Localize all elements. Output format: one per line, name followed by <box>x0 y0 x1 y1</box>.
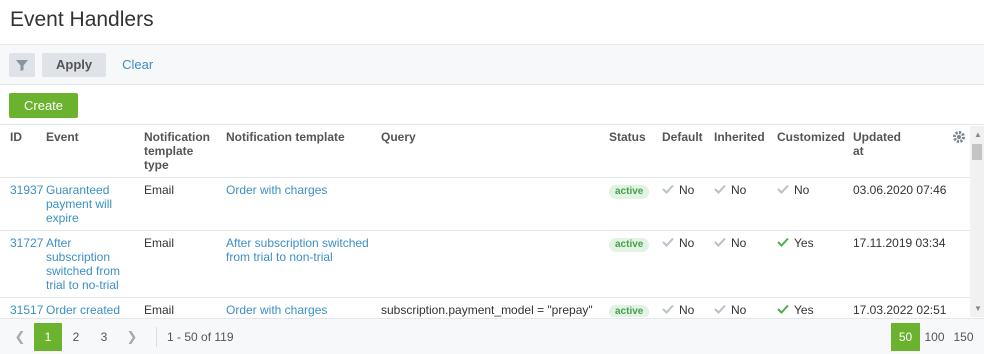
page-size-100[interactable]: 100 <box>920 323 949 351</box>
create-button[interactable]: Create <box>9 93 79 118</box>
event-handlers-table: ID Event Notification template type Noti… <box>0 126 984 317</box>
page-size-selector: 50 100 150 <box>891 322 978 351</box>
row-updated: 17.03.2022 02:51 <box>849 297 970 317</box>
row-customized: Yes <box>794 302 814 317</box>
check-icon <box>662 236 674 250</box>
column-header-event[interactable]: Event <box>42 126 140 178</box>
page-header: Event Handlers <box>0 0 984 45</box>
column-header-customized[interactable]: Customized <box>773 126 849 178</box>
row-updated: 17.11.2019 03:34 <box>849 230 970 298</box>
page-button-3[interactable]: 3 <box>90 323 118 351</box>
next-page-icon[interactable]: ❯ <box>118 323 146 351</box>
row-id-link[interactable]: 31517 <box>10 303 43 317</box>
scroll-up-arrow-icon[interactable]: ▲ <box>974 130 982 139</box>
row-template-type: Email <box>140 230 222 298</box>
row-event-link[interactable]: Order created <box>46 303 120 317</box>
row-template-link[interactable]: Order with charges <box>226 183 327 197</box>
row-template-link[interactable]: Order with charges <box>226 303 327 317</box>
filter-bar: Apply Clear <box>0 45 984 85</box>
divider <box>156 326 157 347</box>
check-icon <box>777 303 789 317</box>
scroll-down-arrow-icon[interactable]: ▼ <box>974 304 982 313</box>
column-header-template[interactable]: Notification template <box>222 126 377 178</box>
column-header-status[interactable]: Status <box>605 126 658 178</box>
row-query: subscription.payment_model = "prepay" <box>377 297 605 317</box>
row-inherited: No <box>731 235 747 250</box>
row-event-link[interactable]: After subscription switched from trial t… <box>46 236 120 292</box>
status-badge: active <box>609 237 650 252</box>
row-default: No <box>679 182 695 197</box>
row-default: No <box>679 235 695 250</box>
check-icon <box>714 183 726 197</box>
action-bar: Create <box>0 85 984 125</box>
filter-toggle-button[interactable] <box>9 52 35 77</box>
row-customized: No <box>794 182 810 197</box>
column-header-inherited[interactable]: Inherited <box>710 126 773 178</box>
page-button-2[interactable]: 2 <box>62 323 90 351</box>
column-header-template-type[interactable]: Notification template type <box>140 126 222 178</box>
row-query <box>377 177 605 231</box>
check-icon <box>777 183 789 197</box>
check-icon <box>662 183 674 197</box>
row-id-link[interactable]: 31727 <box>10 236 43 250</box>
table-scrollbar[interactable]: ▲ ▼ <box>970 126 984 317</box>
table-header-row: ID Event Notification template type Noti… <box>0 126 970 178</box>
page-button-1[interactable]: 1 <box>34 322 62 351</box>
pagination-bar: ❮ 1 2 3 ❯ 1 - 50 of 119 50 100 150 <box>0 318 984 354</box>
check-icon <box>662 303 674 317</box>
column-header-updated-label[interactable]: Updated at <box>853 130 913 158</box>
column-header-default[interactable]: Default <box>658 126 710 178</box>
check-icon <box>777 236 789 250</box>
row-inherited: No <box>731 182 747 197</box>
clear-link[interactable]: Clear <box>122 57 153 72</box>
row-customized: Yes <box>794 235 814 250</box>
result-range: 1 - 50 of 119 <box>167 329 234 344</box>
row-inherited: No <box>731 302 747 317</box>
table-row[interactable]: 31727 After subscription switched from tr… <box>0 230 970 298</box>
check-icon <box>714 303 726 317</box>
check-icon <box>714 236 726 250</box>
table-row[interactable]: 31937 Guaranteed payment will expire Email… <box>0 177 970 231</box>
page-size-50[interactable]: 50 <box>891 322 920 351</box>
row-template-link[interactable]: After subscription switched from trial t… <box>226 236 369 264</box>
scroll-thumb[interactable] <box>972 144 982 160</box>
row-query <box>377 230 605 298</box>
prev-page-icon[interactable]: ❮ <box>6 323 34 351</box>
row-default: No <box>679 302 695 317</box>
row-template-type: Email <box>140 177 222 231</box>
status-badge: active <box>609 304 650 317</box>
page-size-150[interactable]: 150 <box>949 323 978 351</box>
column-header-id[interactable]: ID <box>0 126 42 178</box>
column-header-query[interactable]: Query <box>377 126 605 178</box>
row-event-link[interactable]: Guaranteed payment will expire <box>46 183 112 225</box>
status-badge: active <box>609 184 650 199</box>
row-template-type: Email <box>140 297 222 317</box>
table-row[interactable]: 31517 Order created Email Order with charge… <box>0 297 970 317</box>
gear-icon[interactable] <box>952 130 966 144</box>
row-updated: 03.06.2020 07:46 <box>849 177 970 231</box>
page-title: Event Handlers <box>10 8 154 31</box>
column-header-updated: Updated at <box>849 126 970 178</box>
row-id-link[interactable]: 31937 <box>10 183 43 197</box>
apply-button[interactable]: Apply <box>42 52 107 77</box>
filter-icon <box>16 59 28 71</box>
